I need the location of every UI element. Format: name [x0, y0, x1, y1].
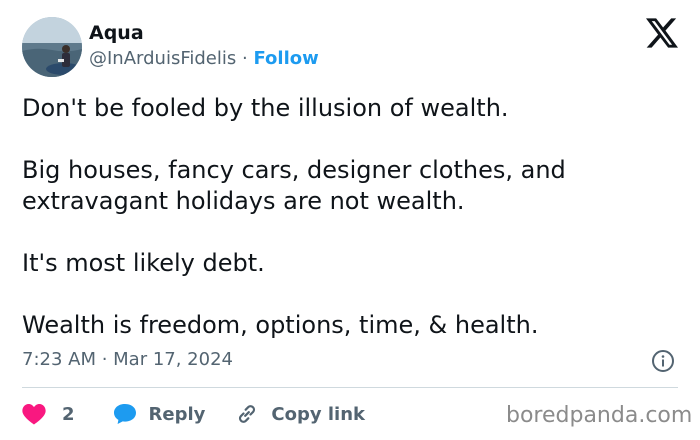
tweet-text: Don't be fooled by the illusion of wealt…: [22, 93, 672, 341]
reply-button[interactable]: Reply: [113, 403, 206, 425]
like-count: 2: [62, 403, 75, 425]
author-handle-line: @InArduisFidelis · Follow: [89, 47, 319, 71]
action-bar: 2 Reply Copy link: [22, 400, 365, 428]
copy-link-label: Copy link: [271, 403, 365, 425]
tweet-paragraph: Don't be fooled by the illusion of wealt…: [22, 94, 509, 122]
copy-link-button[interactable]: Copy link: [235, 402, 365, 426]
heart-icon: [22, 404, 46, 425]
speech-bubble-icon: [113, 404, 136, 424]
divider: [22, 387, 678, 388]
tweet-paragraph: Big houses, fancy cars, designer clothes…: [22, 156, 566, 215]
author-name[interactable]: Aqua: [89, 21, 144, 45]
tweet-timestamp[interactable]: 7:23 AM · Mar 17, 2024: [22, 348, 233, 372]
x-logo-icon[interactable]: [646, 18, 678, 48]
follow-button[interactable]: Follow: [253, 48, 318, 69]
like-button[interactable]: 2: [22, 403, 75, 425]
link-icon: [239, 405, 256, 423]
tweet-paragraph: Wealth is freedom, options, time, & heal…: [22, 311, 539, 339]
tweet-paragraph: It's most likely debt.: [22, 249, 265, 277]
author-handle[interactable]: @InArduisFidelis: [89, 48, 236, 69]
separator-dot: ·: [242, 48, 248, 69]
avatar[interactable]: [22, 17, 82, 77]
info-icon[interactable]: [651, 349, 675, 373]
reply-label: Reply: [148, 403, 206, 425]
watermark: boredpanda.com: [506, 403, 693, 428]
